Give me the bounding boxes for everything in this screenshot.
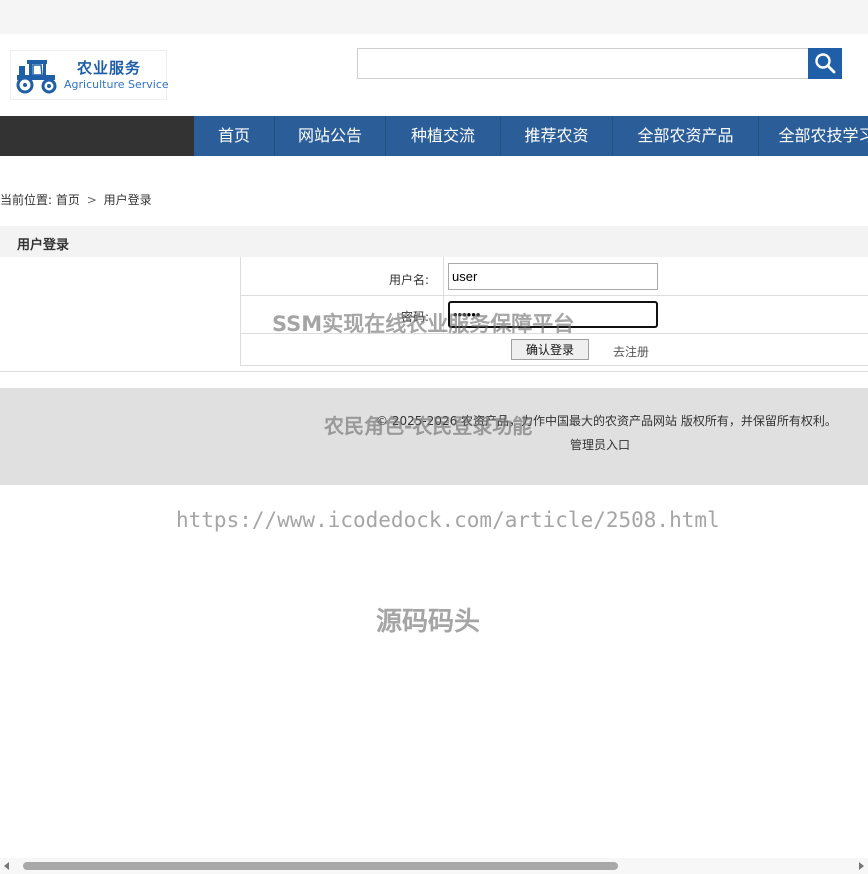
nav-item-announcements[interactable]: 网站公告	[275, 116, 386, 156]
site-logo[interactable]: 农业服务 Agriculture Service	[10, 50, 169, 100]
section-title: 用户登录	[17, 238, 70, 253]
logo-title: 农业服务	[77, 59, 142, 77]
scroll-right-arrow-icon[interactable]	[859, 862, 864, 870]
nav-item-all-techniques[interactable]: 全部农技学习	[759, 116, 868, 156]
search-icon	[815, 53, 836, 74]
watermark-feature: 农民角色-农民登录功能	[324, 414, 533, 438]
breadcrumb: 当前位置: 首页 > 用户登录	[0, 191, 152, 208]
nav-item-home[interactable]: 首页	[194, 116, 275, 156]
search-input[interactable]	[357, 48, 809, 79]
scroll-left-arrow-icon[interactable]	[4, 862, 9, 870]
watermark-brand: 源码码头	[376, 607, 481, 637]
main-nav: 首页 网站公告 种植交流 推荐农资 全部农资产品 全部农技学习	[0, 116, 868, 156]
nav-item-planting-exchange[interactable]: 种植交流	[386, 116, 501, 156]
breadcrumb-current: 用户登录	[103, 193, 152, 207]
section-header: 用户登录	[0, 226, 868, 257]
content-divider	[0, 371, 868, 372]
breadcrumb-separator: >	[86, 193, 97, 207]
tractor-icon	[16, 60, 57, 94]
nav-item-recommended-supplies[interactable]: 推荐农资	[501, 116, 613, 156]
watermark-title: SSM实现在线农业服务保障平台	[272, 312, 575, 336]
breadcrumb-home[interactable]: 首页	[56, 193, 80, 207]
logo-subtitle: Agriculture Service	[64, 78, 169, 91]
username-input[interactable]	[448, 263, 658, 290]
nav-item-all-supplies[interactable]: 全部农资产品	[613, 116, 759, 156]
confirm-login-button[interactable]: 确认登录	[511, 339, 589, 360]
horizontal-scrollbar[interactable]	[0, 858, 868, 874]
username-row: 用户名:	[241, 257, 868, 296]
top-strip	[0, 0, 868, 34]
scrollbar-thumb[interactable]	[23, 862, 618, 870]
admin-login-link[interactable]: 管理员入口	[570, 436, 630, 453]
register-link[interactable]: 去注册	[613, 343, 649, 360]
search-button[interactable]	[808, 48, 842, 79]
watermark-url: https://www.icodedock.com/article/2508.h…	[176, 508, 720, 532]
breadcrumb-prefix: 当前位置:	[0, 193, 53, 207]
username-label: 用户名:	[388, 273, 429, 287]
